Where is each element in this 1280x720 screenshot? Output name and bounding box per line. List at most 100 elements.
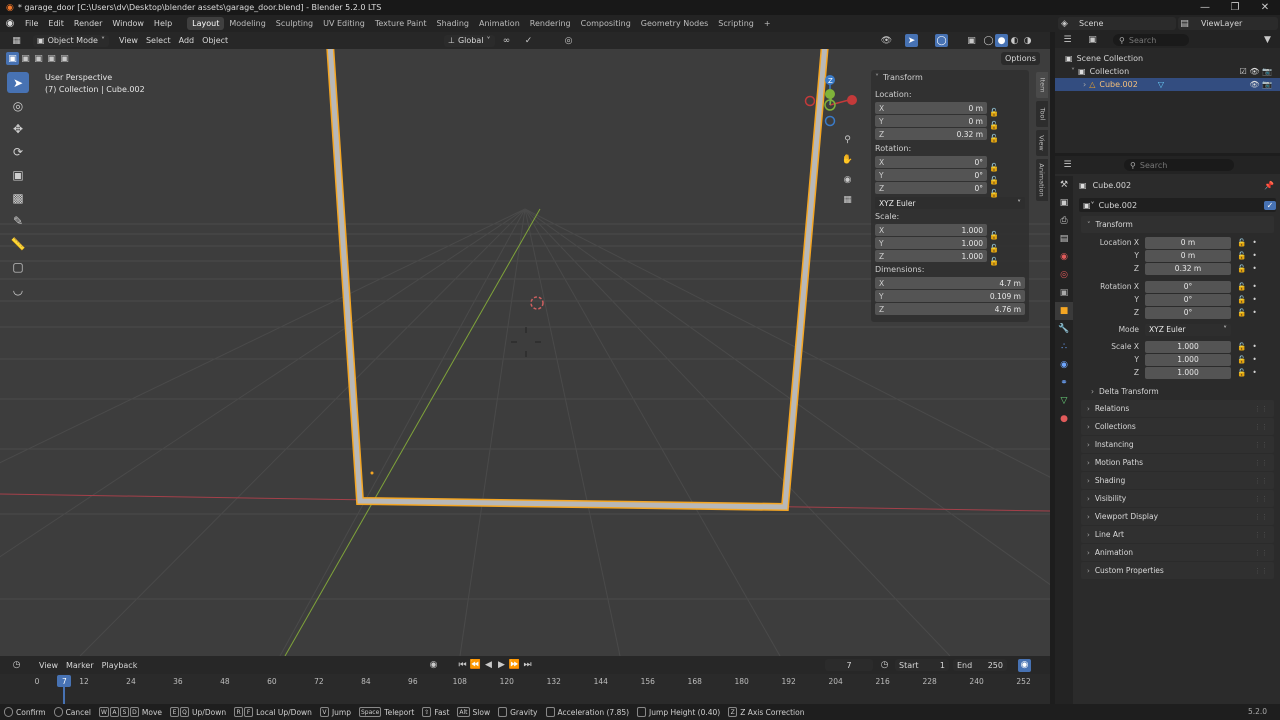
lock-icon[interactable]: 🔓 [989, 242, 1017, 255]
drag-handle-icon[interactable]: ⋮⋮ [1254, 549, 1268, 557]
select-intersect-icon[interactable]: ▣ [58, 52, 71, 65]
object-name-field[interactable]: ▣˅ Cube.002 ✓ [1079, 198, 1276, 212]
prop-field[interactable]: 1.000 [1145, 353, 1231, 366]
section-shading[interactable]: › Shading ⋮⋮ [1081, 472, 1274, 489]
current-frame-field[interactable]: 7 [825, 659, 873, 671]
tab-geometry-nodes[interactable]: Geometry Nodes [636, 17, 713, 30]
location-y-field[interactable]: Y 0 m [875, 115, 987, 127]
tab-item[interactable]: Item [1036, 72, 1048, 98]
start-frame-field[interactable]: Start 1 [895, 659, 949, 671]
editor-type-icon[interactable]: ☰ [1061, 34, 1074, 47]
mode-dropdown[interactable]: ▣ Object Mode ˅ [33, 34, 109, 47]
lock-icon[interactable]: 🔓 [1237, 342, 1246, 351]
lock-icon[interactable]: 🔓 [1237, 251, 1246, 260]
collection-tab-icon[interactable]: ▣ [1055, 284, 1073, 302]
outliner-row-cube[interactable]: › △ Cube.002 ▽ 👁 📷 [1055, 78, 1280, 91]
output-tab-icon[interactable]: ⎙ [1055, 212, 1073, 230]
proportional-edit-icon[interactable]: ◎ [562, 34, 575, 47]
section-viewport-display[interactable]: › Viewport Display ⋮⋮ [1081, 508, 1274, 525]
rendered-shading-icon[interactable]: ◑ [1021, 34, 1034, 47]
location-x-field[interactable]: X 0 m [875, 102, 987, 114]
constraints-tab-icon[interactable]: ⚭ [1055, 374, 1073, 392]
editor-type-icon[interactable]: ◷ [10, 659, 23, 672]
lock-icon[interactable]: 🔓 [1237, 238, 1246, 247]
outliner-search-input[interactable]: ⚲ Search [1113, 34, 1189, 46]
section-collections[interactable]: › Collections ⋮⋮ [1081, 418, 1274, 435]
tab-scripting[interactable]: Scripting [713, 17, 759, 30]
menu-file[interactable]: File [20, 15, 43, 32]
drag-handle-icon[interactable]: ⋮⋮ [1254, 513, 1268, 521]
lock-icon[interactable]: 🔓 [1237, 264, 1246, 273]
play-reverse-icon[interactable]: ◀ [482, 659, 495, 672]
menu-object[interactable]: Object [198, 35, 232, 47]
keyframe-dot-icon[interactable]: • [1252, 355, 1256, 364]
keyframe-dot-icon[interactable]: • [1252, 368, 1256, 377]
lock-icon[interactable]: 🔓 [989, 229, 1017, 242]
3d-cursor[interactable] [530, 296, 544, 310]
display-mode-icon[interactable]: ▣ [1086, 34, 1099, 47]
transform-header[interactable]: ˅ Transform [871, 70, 1029, 84]
prop-field[interactable]: 0° [1145, 293, 1231, 306]
properties-search-input[interactable]: ⚲ Search [1124, 159, 1234, 171]
dimension-y-field[interactable]: Y 0.109 m [875, 290, 1025, 302]
close-button[interactable]: ✕ [1250, 0, 1280, 15]
tab-view[interactable]: View [1036, 130, 1048, 156]
rotation-x-field[interactable]: X 0° [875, 156, 987, 168]
delta-transform-header[interactable]: › Delta Transform [1075, 383, 1280, 399]
tab-rendering[interactable]: Rendering [525, 17, 576, 30]
drag-handle-icon[interactable]: ⋮⋮ [1254, 567, 1268, 575]
section-custom-properties[interactable]: › Custom Properties ⋮⋮ [1081, 562, 1274, 579]
camera-view-icon[interactable]: ◉ [841, 173, 854, 186]
keying-icon[interactable]: ◉ [1018, 658, 1031, 672]
drag-handle-icon[interactable]: ⋮⋮ [1254, 441, 1268, 449]
tab-animation[interactable]: Animation [1036, 159, 1048, 201]
timeline-menu-playback[interactable]: Playback [98, 659, 142, 671]
lock-icon[interactable]: 🔓 [1237, 355, 1246, 364]
pan-hand-icon[interactable]: ✋ [841, 153, 854, 166]
transform-panel-header[interactable]: ˅ Transform [1081, 216, 1274, 233]
drag-handle-icon[interactable]: ⋮⋮ [1254, 531, 1268, 539]
scale-y-field[interactable]: Y 1.000 [875, 237, 987, 249]
gizmo-toggle-icon[interactable]: ➤ [905, 34, 918, 47]
tab-sculpting[interactable]: Sculpting [271, 17, 318, 30]
material-shading-icon[interactable]: ◐ [1008, 34, 1021, 47]
timeline-menu-marker[interactable]: Marker [62, 659, 98, 671]
add-cube-tool-icon[interactable]: ▢ [7, 256, 29, 277]
rotation-mode-dropdown[interactable]: XYZ Euler ˅ [1145, 323, 1231, 336]
pin-icon[interactable]: 📌 [1264, 181, 1274, 190]
section-line-art[interactable]: › Line Art ⋮⋮ [1081, 526, 1274, 543]
move-tool-icon[interactable]: ✥ [7, 118, 29, 139]
view-layer-selector[interactable]: ▤ ViewLayer [1178, 17, 1278, 30]
keyframe-dot-icon[interactable]: • [1252, 295, 1256, 304]
menu-render[interactable]: Render [69, 15, 107, 32]
frame-clock-icon[interactable]: ◷ [878, 659, 891, 672]
keyframe-dot-icon[interactable]: • [1252, 251, 1256, 260]
lock-icon[interactable]: 🔓 [989, 132, 1017, 145]
filter-icon[interactable]: ▼ [1261, 34, 1274, 47]
prop-field[interactable]: 0 m [1145, 249, 1231, 262]
select-box-tool-icon[interactable]: ➤ [7, 72, 29, 93]
extra-tool-icon[interactable]: ◡ [7, 279, 29, 300]
lock-icon[interactable]: 🔓 [1237, 295, 1246, 304]
rotation-y-field[interactable]: Y 0° [875, 169, 987, 181]
prop-field[interactable]: 0° [1145, 280, 1231, 293]
select-invert-icon[interactable]: ▣ [45, 52, 58, 65]
wireframe-shading-icon[interactable]: ◯ [982, 34, 995, 47]
lock-icon[interactable]: 🔓 [1237, 308, 1246, 317]
rotate-tool-icon[interactable]: ⟳ [7, 141, 29, 162]
prev-keyframe-icon[interactable]: ⏪ [469, 659, 482, 672]
tab-texture-paint[interactable]: Texture Paint [370, 17, 432, 30]
object-tab-icon[interactable]: ■ [1055, 302, 1073, 320]
prop-field[interactable]: 0° [1145, 306, 1231, 319]
blender-menu-icon[interactable]: ◉ [0, 18, 20, 29]
timeline[interactable]: 0 12 24 36 48 60 72 84 96 108 120 132 144 156 168 180 19… [0, 674, 1050, 704]
solid-shading-icon[interactable]: ● [995, 34, 1008, 47]
tab-layout[interactable]: Layout [187, 17, 225, 30]
snap-icon[interactable]: ✓ [522, 34, 535, 47]
section-relations[interactable]: › Relations ⋮⋮ [1081, 400, 1274, 417]
lock-icon[interactable]: 🔓 [989, 161, 1017, 174]
outliner-row-scene-collection[interactable]: ▣ Scene Collection [1055, 52, 1280, 65]
tab-modeling[interactable]: Modeling [224, 17, 270, 30]
scale-tool-icon[interactable]: ▣ [7, 164, 29, 185]
xray-icon[interactable]: ▣ [965, 34, 978, 47]
